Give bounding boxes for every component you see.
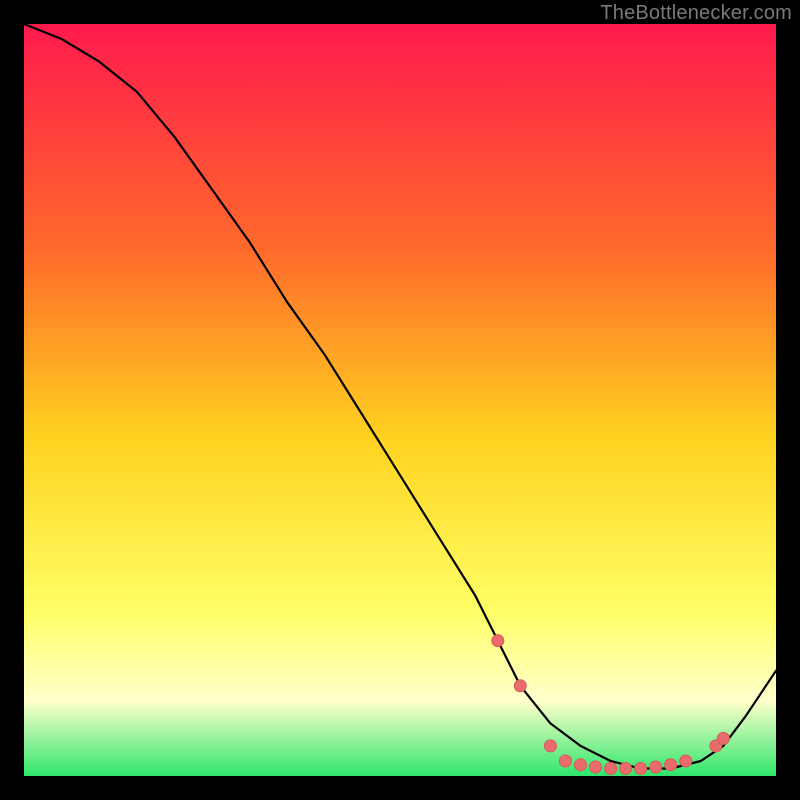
data-marker [620,763,632,775]
plot-area [24,24,776,776]
data-marker [635,763,647,775]
data-marker [605,763,617,775]
data-marker [492,635,504,647]
chart-svg [24,24,776,776]
gradient-background [24,24,776,776]
data-marker [559,755,571,767]
data-marker [514,680,526,692]
watermark-text: TheBottlenecker.com [600,2,792,25]
data-marker [680,755,692,767]
data-marker [650,761,662,773]
data-marker [575,759,587,771]
data-marker [665,759,677,771]
data-marker [717,732,729,744]
data-marker [544,740,556,752]
data-marker [590,761,602,773]
chart-stage: TheBottlenecker.com [0,0,800,800]
